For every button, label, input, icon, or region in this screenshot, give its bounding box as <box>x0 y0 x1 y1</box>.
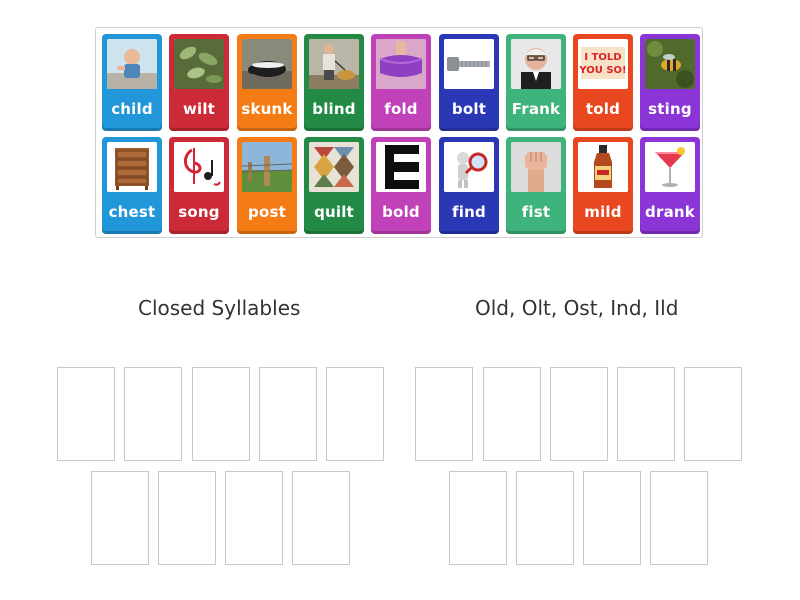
word-card-told[interactable]: I TOLD YOU SO! told <box>573 34 633 131</box>
group-heading-old-olt-ost-ind-ild: Old, Olt, Ost, Ind, Ild <box>475 296 679 320</box>
drop-slot-closed-syllables[interactable] <box>158 471 216 565</box>
drop-slot-old-olt-ost-ind-ild[interactable] <box>684 367 742 461</box>
word-card-label: wilt <box>182 100 216 118</box>
word-card-post[interactable]: post <box>237 137 297 234</box>
word-card-bold[interactable]: bold <box>371 137 431 234</box>
man-portrait-photo-icon <box>511 39 561 89</box>
word-card-label: bold <box>382 203 420 221</box>
word-card-quilt[interactable]: quilt <box>304 137 364 234</box>
drop-slot-old-olt-ost-ind-ild[interactable] <box>617 367 675 461</box>
word-card-child[interactable]: child <box>102 34 162 131</box>
drop-slot-closed-syllables[interactable] <box>326 367 384 461</box>
word-card-fist[interactable]: fist <box>506 137 566 234</box>
word-card-frank[interactable]: Frank <box>506 34 566 131</box>
drop-slot-closed-syllables[interactable] <box>259 367 317 461</box>
word-card-mild[interactable]: mild <box>573 137 633 234</box>
drop-slot-old-olt-ost-ind-ild[interactable] <box>650 471 708 565</box>
word-card-song[interactable]: song <box>169 137 229 234</box>
magnifying-glass-figure-icon <box>444 142 494 192</box>
word-card-label: Frank <box>511 100 561 118</box>
drop-slot-old-olt-ost-ind-ild[interactable] <box>516 471 574 565</box>
word-tile-tray: child wilt skunk blind fold bolt Frank I TOLD YO… <box>95 27 703 238</box>
word-card-label: sting <box>648 100 692 118</box>
word-card-label: song <box>178 203 220 221</box>
drop-slot-old-olt-ost-ind-ild[interactable] <box>415 367 473 461</box>
folded-cloth-photo-icon <box>376 39 426 89</box>
drop-slot-closed-syllables[interactable] <box>124 367 182 461</box>
bold-letter-e-icon <box>376 142 426 192</box>
fence-post-photo-icon <box>242 142 292 192</box>
drop-slot-old-olt-ost-ind-ild[interactable] <box>583 471 641 565</box>
word-card-label: fist <box>521 203 551 221</box>
word-card-label: child <box>111 100 153 118</box>
music-notes-icon <box>174 142 224 192</box>
word-card-wilt[interactable]: wilt <box>169 34 229 131</box>
bolt-photo-icon <box>444 39 494 89</box>
drop-slot-old-olt-ost-ind-ild[interactable] <box>483 367 541 461</box>
cocktail-glass-photo-icon <box>645 142 695 192</box>
drop-slot-old-olt-ost-ind-ild[interactable] <box>550 367 608 461</box>
quilt-photo-icon <box>309 142 359 192</box>
word-card-bolt[interactable]: bolt <box>439 34 499 131</box>
word-card-label: bolt <box>451 100 487 118</box>
wilted-plant-photo-icon <box>174 39 224 89</box>
drop-slot-closed-syllables[interactable] <box>225 471 283 565</box>
told-you-so-sign-icon: I TOLD YOU SO! <box>578 39 628 89</box>
chest-of-drawers-photo-icon <box>107 142 157 192</box>
word-card-label: post <box>248 203 286 221</box>
word-card-label: fold <box>384 100 418 118</box>
word-card-drank[interactable]: drank <box>640 137 700 234</box>
drop-slot-closed-syllables[interactable] <box>192 367 250 461</box>
svg-text:I TOLD: I TOLD <box>584 52 621 63</box>
word-card-label: drank <box>645 203 695 221</box>
word-card-find[interactable]: find <box>439 137 499 234</box>
word-card-blind[interactable]: blind <box>304 34 364 131</box>
raised-fist-photo-icon <box>511 142 561 192</box>
drop-slot-closed-syllables[interactable] <box>292 471 350 565</box>
blind-man-with-dog-photo-icon <box>309 39 359 89</box>
svg-text:YOU SO!: YOU SO! <box>578 65 626 76</box>
word-card-label: find <box>452 203 486 221</box>
drop-slot-closed-syllables[interactable] <box>91 471 149 565</box>
word-card-label: blind <box>312 100 356 118</box>
word-card-label: skunk <box>241 100 293 118</box>
word-card-skunk[interactable]: skunk <box>237 34 297 131</box>
sauce-bottle-photo-icon <box>578 142 628 192</box>
group-heading-closed-syllables: Closed Syllables <box>138 296 301 320</box>
word-card-label: mild <box>584 203 622 221</box>
word-card-label: told <box>585 100 621 118</box>
word-card-label: quilt <box>314 203 354 221</box>
child-photo-icon <box>107 39 157 89</box>
word-card-sting[interactable]: sting <box>640 34 700 131</box>
word-card-fold[interactable]: fold <box>371 34 431 131</box>
bee-photo-icon <box>645 39 695 89</box>
skunk-photo-icon <box>242 39 292 89</box>
word-card-chest[interactable]: chest <box>102 137 162 234</box>
drop-slot-old-olt-ost-ind-ild[interactable] <box>449 471 507 565</box>
drop-slot-closed-syllables[interactable] <box>57 367 115 461</box>
word-card-label: chest <box>108 203 156 221</box>
